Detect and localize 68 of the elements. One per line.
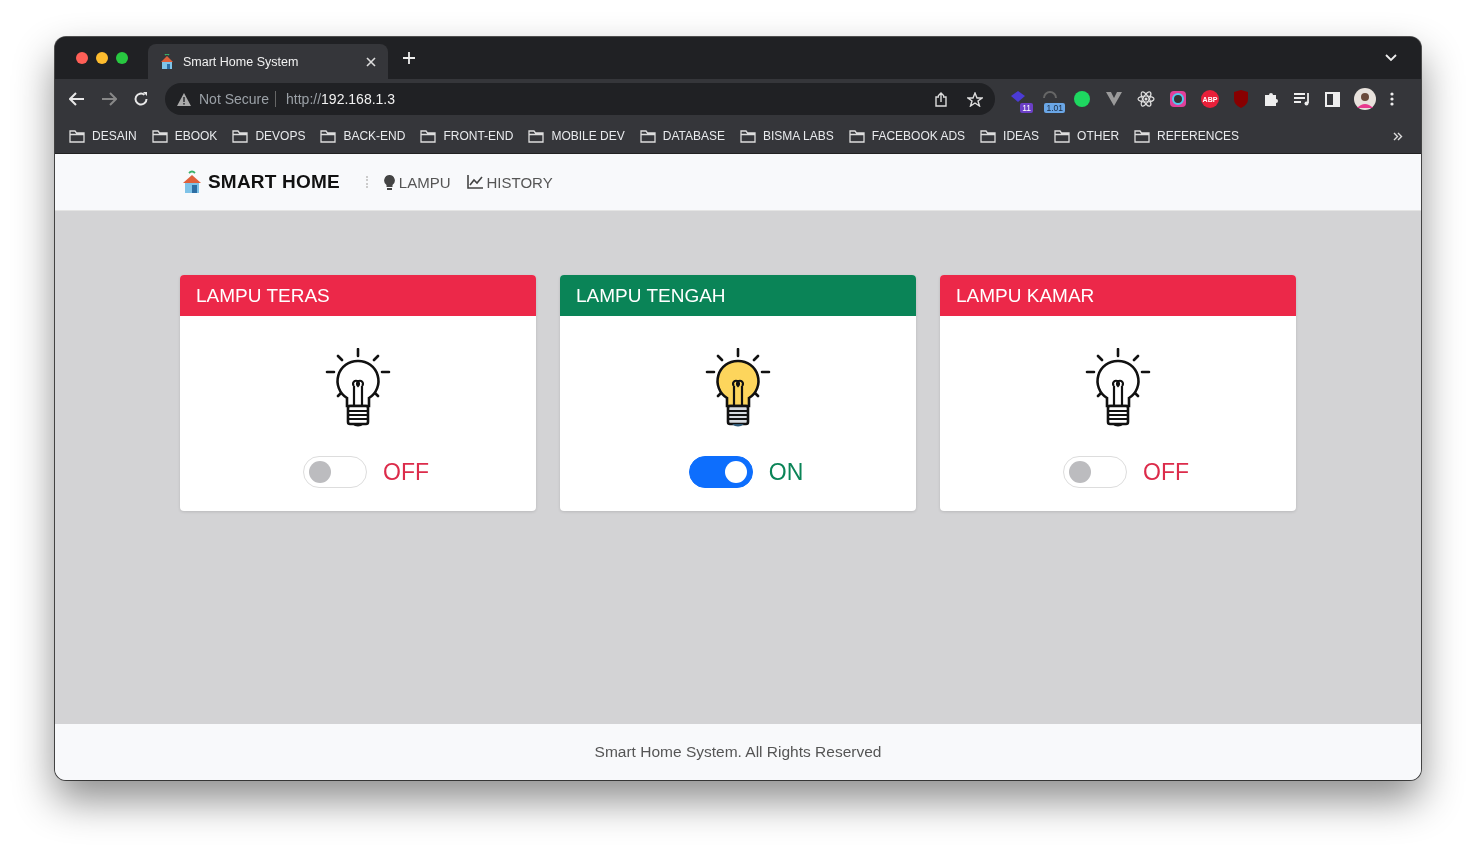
bookmark-folder[interactable]: IDEAS: [980, 129, 1040, 143]
folder-icon: [740, 129, 756, 143]
folder-icon: [420, 129, 437, 143]
back-icon[interactable]: [69, 92, 85, 106]
new-tab-icon[interactable]: [402, 51, 416, 65]
chevron-down-icon[interactable]: [1385, 54, 1397, 62]
zoom-window-button[interactable]: [116, 52, 128, 64]
folder-icon: [69, 129, 85, 143]
card-title: LAMPU KAMAR: [956, 284, 1095, 307]
bookmark-folder[interactable]: BISMA LABS: [740, 129, 834, 143]
footer-text: Smart Home System. All Rights Reserved: [594, 743, 882, 761]
security-label: Not Secure: [199, 91, 277, 107]
folder-icon: [980, 129, 997, 143]
card-title: LAMPU TERAS: [196, 284, 330, 307]
more-bookmarks-icon[interactable]: [1393, 131, 1403, 141]
card-title: LAMPU TENGAH: [576, 284, 726, 307]
toggle-switch[interactable]: [688, 456, 753, 488]
browser-tab[interactable]: Smart Home System: [148, 44, 388, 79]
bookmark-folder[interactable]: OTHER: [1054, 129, 1120, 143]
bulb-icon: [383, 174, 395, 190]
folder-icon: [1054, 129, 1071, 143]
ring-icon[interactable]: [1169, 90, 1187, 108]
bookmark-folder[interactable]: MOBILE DEV: [528, 129, 625, 143]
bookmark-folder[interactable]: FACEBOOK ADS: [848, 129, 966, 143]
reload-icon[interactable]: [133, 91, 149, 107]
folder-icon: [320, 129, 337, 143]
share-icon[interactable]: [935, 91, 947, 107]
nav-link[interactable]: HISTORY: [466, 173, 553, 191]
bookmark-folder[interactable]: DATABASE: [639, 129, 725, 143]
puzzle-icon[interactable]: [1263, 91, 1279, 107]
forward-icon[interactable]: [101, 92, 117, 106]
nav-link[interactable]: LAMPU: [383, 173, 451, 191]
line-chart-icon: [466, 175, 483, 189]
close-window-button[interactable]: [76, 52, 88, 64]
menu-icon[interactable]: [1390, 92, 1394, 106]
folder-icon: [639, 129, 656, 143]
house-icon: [160, 53, 174, 70]
folder-icon: [1134, 129, 1151, 143]
status-label: ON: [768, 458, 804, 486]
folder-icon: [232, 129, 249, 143]
v-shape-icon[interactable]: [1105, 91, 1123, 107]
extension-badge: 1.01: [1044, 103, 1065, 113]
warning-icon: [177, 92, 191, 106]
bookmark-folder[interactable]: DESAIN: [69, 129, 137, 143]
bookmark-folder[interactable]: EBOOK: [151, 129, 218, 143]
minimize-window-button[interactable]: [96, 52, 108, 64]
tab-title: Smart Home System: [183, 54, 300, 69]
extension-badge: 11: [1020, 103, 1033, 113]
bookmark-folder[interactable]: BACK-END: [320, 129, 406, 143]
side-panel-icon[interactable]: [1325, 91, 1340, 107]
bookmark-folder[interactable]: DEVOPS: [232, 129, 306, 143]
status-label: OFF: [1143, 458, 1189, 486]
folder-icon: [528, 129, 545, 143]
star-icon[interactable]: [967, 91, 983, 107]
status-label: OFF: [383, 458, 429, 486]
url-text: http://192.168.1.3: [286, 91, 396, 107]
folder-icon: [151, 129, 168, 143]
folder-icon: [848, 129, 865, 143]
atom-icon[interactable]: [1137, 90, 1155, 108]
avatar-icon[interactable]: [1354, 88, 1376, 110]
address-bar[interactable]: Not Secure http://192.168.1.3: [165, 83, 995, 115]
bookmark-folder[interactable]: FRONT-END: [420, 129, 514, 143]
bookmark-folder[interactable]: REFERENCES: [1134, 129, 1240, 143]
brand-title[interactable]: SMART HOME: [208, 171, 340, 193]
circle-icon[interactable]: [1073, 90, 1091, 108]
house-icon: [182, 170, 202, 194]
media-queue-icon[interactable]: [1293, 92, 1311, 106]
close-icon[interactable]: [366, 56, 376, 67]
